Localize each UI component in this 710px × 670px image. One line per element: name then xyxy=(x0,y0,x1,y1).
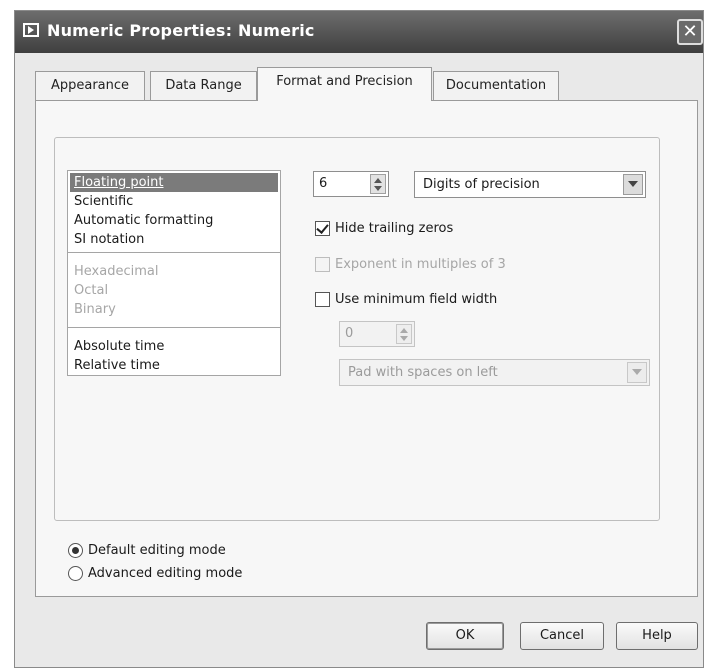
tab-documentation[interactable]: Documentation xyxy=(433,71,559,100)
chevron-down-icon xyxy=(627,362,647,383)
digits-stepper[interactable]: 6 xyxy=(313,171,389,197)
numeric-properties-dialog: Numeric Properties: Numeric ✕ Appearance… xyxy=(14,10,704,668)
title-bar: Numeric Properties: Numeric ✕ xyxy=(15,11,703,53)
labview-vi-icon xyxy=(23,23,39,37)
hide-trailing-zeros-label: Hide trailing zeros xyxy=(335,221,454,236)
list-item-octal: Octal xyxy=(74,283,109,298)
list-item-si-notation[interactable]: SI notation xyxy=(70,230,278,249)
list-item-floating-point[interactable]: Floating point xyxy=(70,173,278,192)
default-editing-mode-label: Default editing mode xyxy=(88,543,226,558)
checkbox-icon[interactable] xyxy=(315,292,330,307)
list-item-absolute-time[interactable]: Absolute time xyxy=(70,337,278,356)
tab-data-range[interactable]: Data Range xyxy=(150,71,257,100)
min-width-value: 0 xyxy=(345,326,354,341)
checkbox-icon xyxy=(315,257,330,272)
radio-selected-icon[interactable] xyxy=(68,543,83,558)
padding-select: Pad with spaces on left xyxy=(339,359,650,386)
padding-value: Pad with spaces on left xyxy=(348,365,498,380)
tab-appearance[interactable]: Appearance xyxy=(35,71,145,100)
list-item-automatic-formatting[interactable]: Automatic formatting xyxy=(70,211,278,230)
precision-type-select[interactable]: Digits of precision xyxy=(414,171,646,198)
stepper-arrows-icon xyxy=(396,324,412,344)
list-item-relative-time[interactable]: Relative time xyxy=(70,356,278,375)
use-min-field-width-label: Use minimum field width xyxy=(335,292,498,307)
list-item-hexadecimal: Hexadecimal xyxy=(74,264,159,279)
tab-format-and-precision[interactable]: Format and Precision xyxy=(257,67,432,101)
stepper-arrows-icon[interactable] xyxy=(370,174,386,194)
list-item-binary: Binary xyxy=(74,302,116,317)
list-separator xyxy=(68,327,280,328)
cancel-button[interactable]: Cancel xyxy=(520,622,604,650)
checkbox-checked-icon[interactable] xyxy=(315,221,330,236)
digits-value: 6 xyxy=(319,176,328,191)
window-title: Numeric Properties: Numeric xyxy=(47,21,315,40)
close-button[interactable]: ✕ xyxy=(677,19,703,45)
precision-type-value: Digits of precision xyxy=(423,177,540,192)
list-separator xyxy=(68,252,280,253)
format-type-list[interactable]: Floating point Scientific Automatic form… xyxy=(67,170,281,376)
help-button[interactable]: Help xyxy=(616,622,698,650)
radio-icon[interactable] xyxy=(68,566,83,581)
exponent-multiples-3-label: Exponent in multiples of 3 xyxy=(335,257,506,272)
advanced-editing-mode-label: Advanced editing mode xyxy=(88,566,243,581)
min-width-stepper: 0 xyxy=(339,321,415,347)
format-precision-panel: Floating point Scientific Automatic form… xyxy=(35,100,698,597)
chevron-down-icon[interactable] xyxy=(623,174,643,195)
list-item-scientific[interactable]: Scientific xyxy=(70,192,278,211)
ok-button[interactable]: OK xyxy=(426,622,504,650)
format-group-box: Floating point Scientific Automatic form… xyxy=(54,137,660,521)
